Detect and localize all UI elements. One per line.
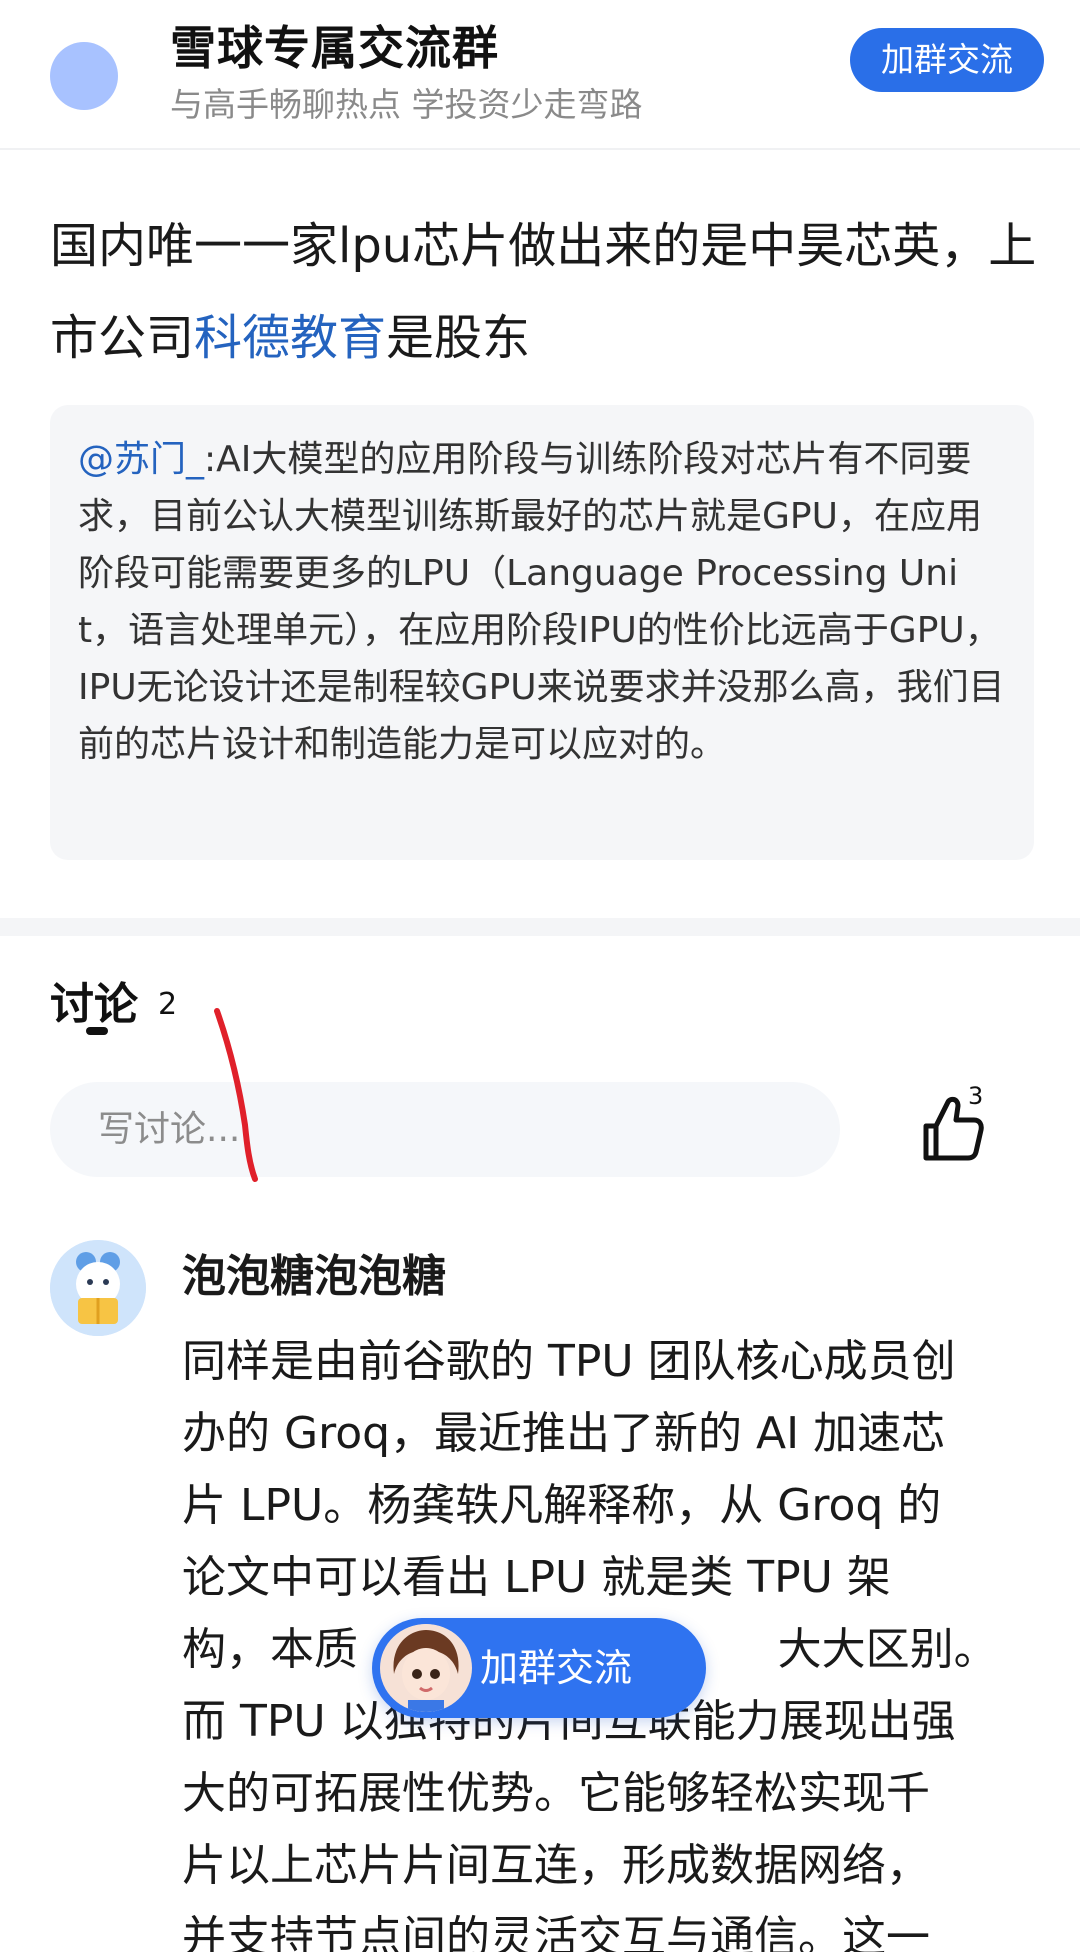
post-title-tail: 是股东 [386,310,531,366]
floating-join-label: 加群交流 [480,1646,633,1690]
cartoon-avatar-icon [50,1240,146,1336]
commenter-name[interactable]: 泡泡糖泡泡糖 [182,1240,446,1304]
comment-line: 片 LPU。杨龚轶凡解释称，从 Groq 的 [182,1480,942,1531]
girl-avatar-icon [382,1624,470,1712]
red-annotation-stroke [214,1008,258,1182]
post-title: 国内唯一一家lpu芯片做出来的是中昊芯英，上市公司科德教育是股东 [50,200,1040,384]
like-count: 3 [968,1082,984,1110]
join-group-button[interactable]: 加群交流 [850,28,1044,92]
tab-active-indicator [86,1027,108,1035]
quote-author-link[interactable]: @苏门_ [78,439,204,480]
assistant-avatar [380,1624,472,1712]
group-avatar [50,42,118,110]
banner-subtitle: 与高手畅聊热点 学投资少走弯路 [170,85,643,124]
section-divider [0,918,1080,936]
stock-link[interactable]: 科德教育 [194,310,386,366]
floating-join-button[interactable]: 加群交流 [372,1618,706,1718]
discussion-input[interactable] [50,1082,840,1177]
quote-text: :AI大模型的应用阶段与训练阶段对芯片有不同要求，目前公认大模型训练斯最好的芯片… [78,439,1005,765]
comment-line: 并支持节点间的灵活交互与通信。这一 [182,1912,930,1952]
discussion-count: 2 [158,987,178,1022]
commenter-avatar[interactable] [50,1240,146,1336]
comment-line: 片以上芯片片间互连，形成数据网络， [182,1840,930,1891]
group-banner[interactable]: 雪球专属交流群 与高手畅聊热点 学投资少走弯路 加群交流 [0,0,1080,150]
post-page: 雪球专属交流群 与高手畅聊热点 学投资少走弯路 加群交流 国内唯一一家lpu芯片… [0,0,1080,1952]
banner-title: 雪球专属交流群 [170,21,499,75]
comment-line: 论文中可以看出 LPU 就是类 TPU 架 [182,1552,891,1603]
comment-line: 大的可拓展性优势。它能够轻松实现千 [182,1768,930,1819]
comment-line: 同样是由前谷歌的 TPU 团队核心成员创 [182,1336,956,1387]
tab-discussion[interactable]: 讨论 [50,968,138,1032]
comment-line: 办的 Groq，最近推出了新的 AI 加速芯 [182,1408,946,1459]
quoted-post[interactable]: @苏门_:AI大模型的应用阶段与训练阶段对芯片有不同要求，目前公认大模型训练斯最… [50,405,1034,860]
